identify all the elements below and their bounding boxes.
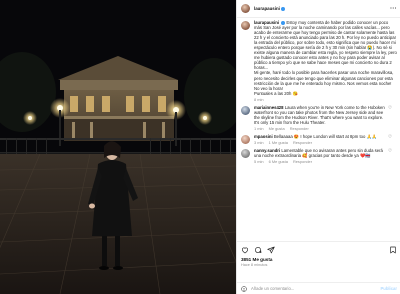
caption-text: Estoy muy contenta de haber podido conoc…: [254, 20, 397, 96]
caption-avatar[interactable]: [241, 21, 250, 30]
likes-count[interactable]: 3851 Me gusta: [241, 257, 397, 262]
comment-reply-button[interactable]: Responder: [290, 126, 309, 131]
emoji-icon[interactable]: [241, 285, 247, 292]
comment-reply-button[interactable]: Responder: [293, 159, 312, 164]
caption-row: laurapausini Estoy muy contenta de haber…: [241, 20, 397, 102]
post-header: laurapausini ···: [237, 0, 400, 18]
caption-time: 8 min: [254, 96, 264, 102]
comment-likes[interactable]: 6 Me gusta: [269, 159, 288, 164]
heart-icon[interactable]: [241, 246, 249, 254]
comment-avatar[interactable]: [241, 134, 250, 144]
action-icons-bar: [241, 245, 397, 255]
author-avatar[interactable]: [241, 4, 250, 13]
verified-badge-icon: [280, 6, 285, 11]
comment-likes[interactable]: Me gusta: [269, 126, 285, 131]
comment-username[interactable]: mpaosini: [254, 134, 273, 139]
publish-button[interactable]: Publicar: [380, 286, 397, 291]
comment-likes[interactable]: 1 Me gusta: [269, 140, 288, 145]
comment-time: 3 min: [254, 140, 264, 146]
comment-like-heart-icon[interactable]: ♡: [388, 134, 392, 140]
comment-row: mariainnes428 Laura when you're in New Y…: [241, 105, 397, 131]
comment-like-heart-icon[interactable]: ♡: [388, 105, 392, 111]
comment-time: 5 min: [254, 159, 264, 165]
comment-reply-button[interactable]: Responder: [293, 140, 312, 145]
share-icon[interactable]: [267, 246, 275, 254]
comment-row: nanny.sandri Lamentable que no avisaran …: [241, 148, 397, 164]
night-street-photo: [0, 0, 236, 294]
post-detail-panel: laurapausini ··· laurapausini Estoy muy …: [236, 0, 400, 294]
comment-avatar[interactable]: [241, 105, 250, 115]
comment-like-heart-icon[interactable]: ♡: [388, 148, 392, 154]
comment-row: mpaosini Bellaaaaa 😍 I hope London will …: [241, 134, 397, 145]
comment-time: 1 min: [254, 125, 264, 131]
comment-input[interactable]: Añade un comentario...: [251, 286, 294, 291]
post-photo: [0, 0, 236, 294]
post-actions: 3851 Me gusta Hace 8 minutos Añade un co…: [237, 241, 400, 294]
comment-icon[interactable]: [254, 246, 262, 254]
bookmark-icon[interactable]: [389, 246, 397, 254]
comment-text: Bellaaaaa 😍 I hope London will start at …: [273, 133, 378, 139]
post-time: Hace 8 minutos: [241, 263, 268, 267]
author-username[interactable]: laurapausini: [254, 6, 280, 11]
more-options-icon[interactable]: ···: [390, 6, 397, 12]
comments-list: laurapausini Estoy muy contenta de haber…: [237, 20, 400, 240]
comment-avatar[interactable]: [241, 149, 250, 159]
comment-composer: Añade un comentario... Publicar: [237, 282, 400, 294]
